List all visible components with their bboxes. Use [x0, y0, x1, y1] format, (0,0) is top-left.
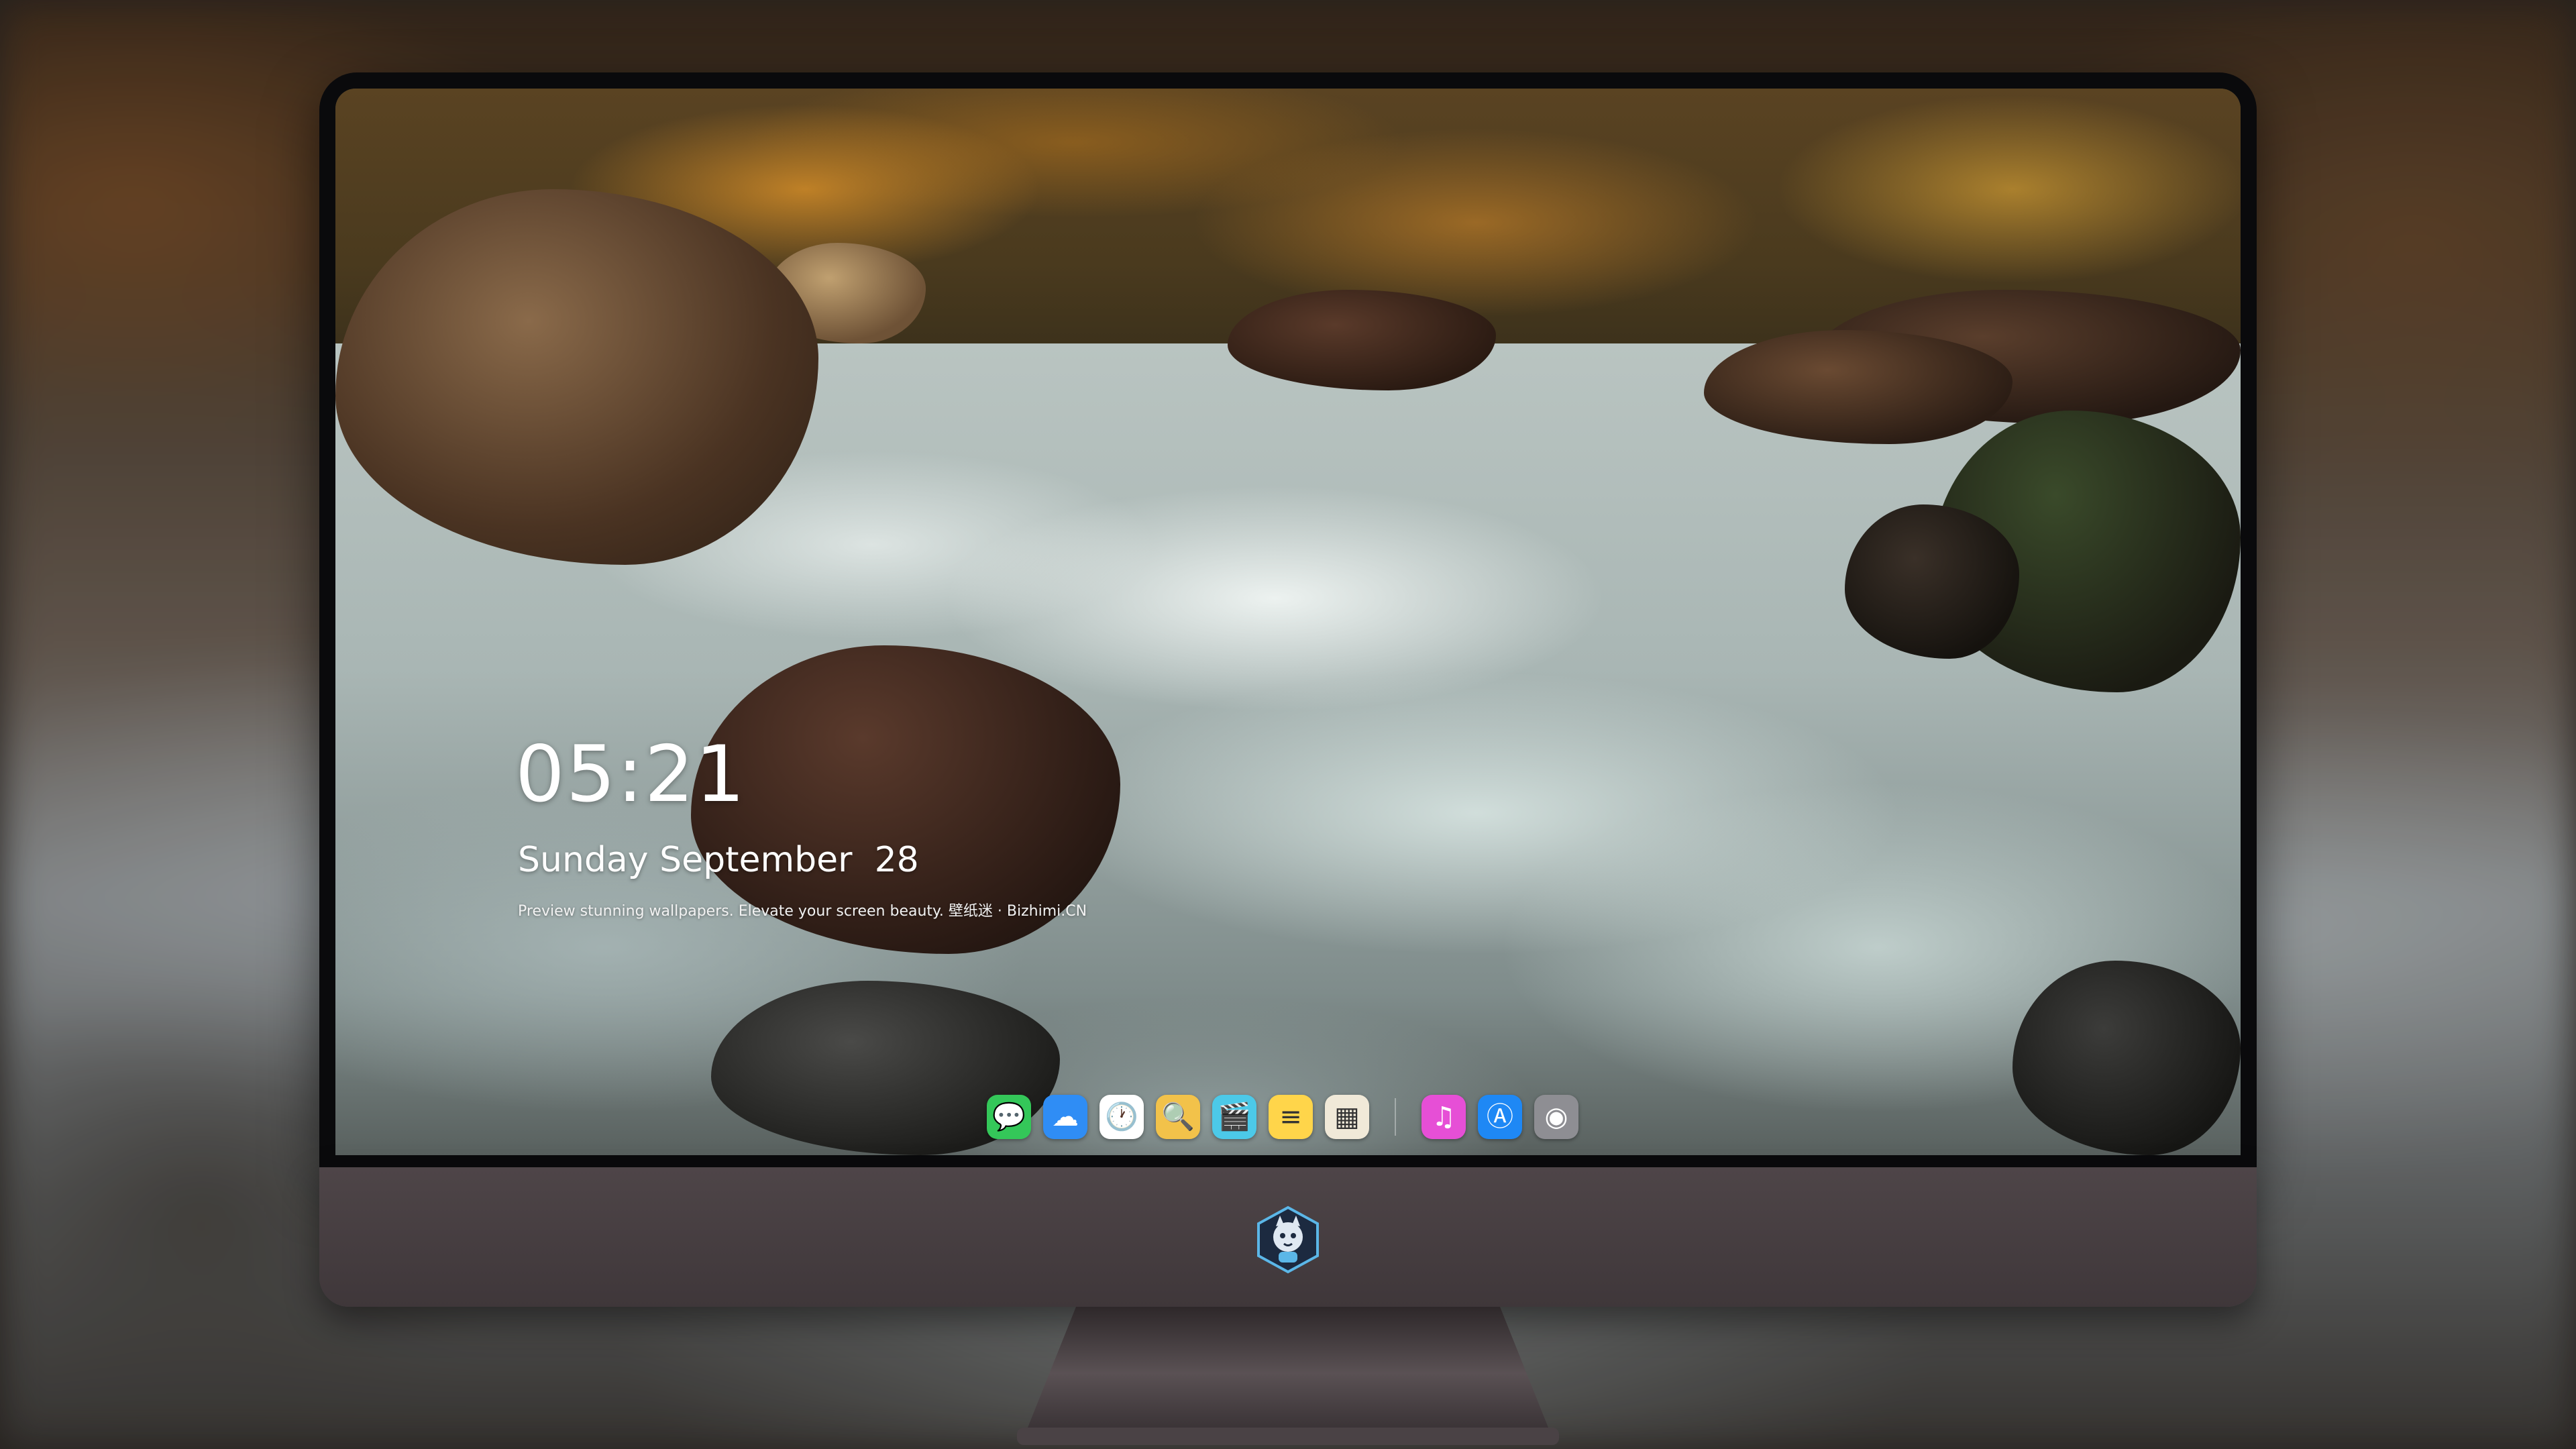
messages-icon[interactable]: 💬: [987, 1095, 1031, 1139]
clock-date: Sunday September 28: [518, 840, 919, 880]
clock-icon[interactable]: 🕐: [1099, 1095, 1144, 1139]
dock: 💬 ☁ 🕐 🔍 🎬 ≡ ▦ ♫ Ⓐ ◉: [974, 1084, 1591, 1150]
app-store-icon[interactable]: Ⓐ: [1478, 1095, 1522, 1139]
camera-icon[interactable]: ◉: [1534, 1095, 1578, 1139]
brand-logo-icon: [1257, 1205, 1319, 1274]
itunes-icon[interactable]: ♫: [1421, 1095, 1466, 1139]
wallpaper-rock: [1845, 504, 2019, 659]
monitor-chin: [319, 1167, 2257, 1307]
wallpaper-rock: [2012, 961, 2241, 1155]
notes-icon[interactable]: ≡: [1269, 1095, 1313, 1139]
weather-icon[interactable]: ☁: [1043, 1095, 1087, 1139]
clapper-icon[interactable]: 🎬: [1212, 1095, 1256, 1139]
monitor: 05:21 Sunday September 28 Preview stunni…: [319, 72, 2257, 1445]
wallpaper-tagline: Preview stunning wallpapers. Elevate you…: [518, 903, 1087, 920]
monitor-bezel: 05:21 Sunday September 28 Preview stunni…: [319, 72, 2257, 1167]
photo-browser-icon[interactable]: ▦: [1325, 1095, 1369, 1139]
dock-separator: [1395, 1098, 1396, 1136]
monitor-stand: [1017, 1307, 1559, 1445]
lock-screen[interactable]: 05:21 Sunday September 28 Preview stunni…: [335, 89, 2241, 1155]
preview-icon[interactable]: 🔍: [1156, 1095, 1200, 1139]
clock-time: 05:21: [515, 729, 747, 820]
